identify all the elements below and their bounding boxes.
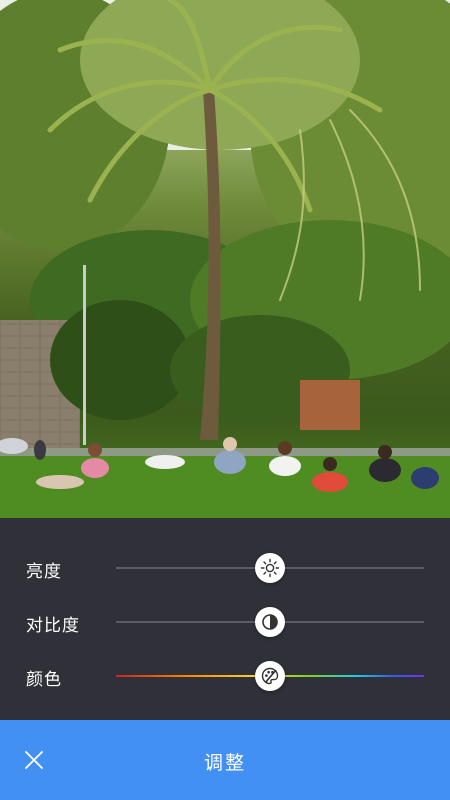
contrast-label: 对比度 (26, 616, 80, 636)
contrast-icon (262, 614, 278, 630)
page-title: 调整 (203, 752, 246, 774)
brightness-slider-thumb[interactable] (255, 553, 285, 583)
brightness-label: 亮度 (26, 562, 62, 582)
photo-preview (0, 0, 450, 518)
sun-icon (260, 558, 280, 578)
contrast-row: 对比度 (0, 602, 450, 642)
adjustment-panel: 亮度 对比度 颜色 (0, 518, 450, 720)
park-scene-illustration (0, 0, 450, 518)
color-palette-icon (261, 667, 279, 685)
color-label: 颜色 (26, 670, 62, 690)
bottom-action-bar: 调整 (0, 720, 450, 800)
contrast-slider-thumb[interactable] (255, 607, 285, 637)
color-slider-thumb[interactable] (255, 661, 285, 691)
color-row: 颜色 (0, 656, 450, 696)
brightness-row: 亮度 (0, 548, 450, 588)
